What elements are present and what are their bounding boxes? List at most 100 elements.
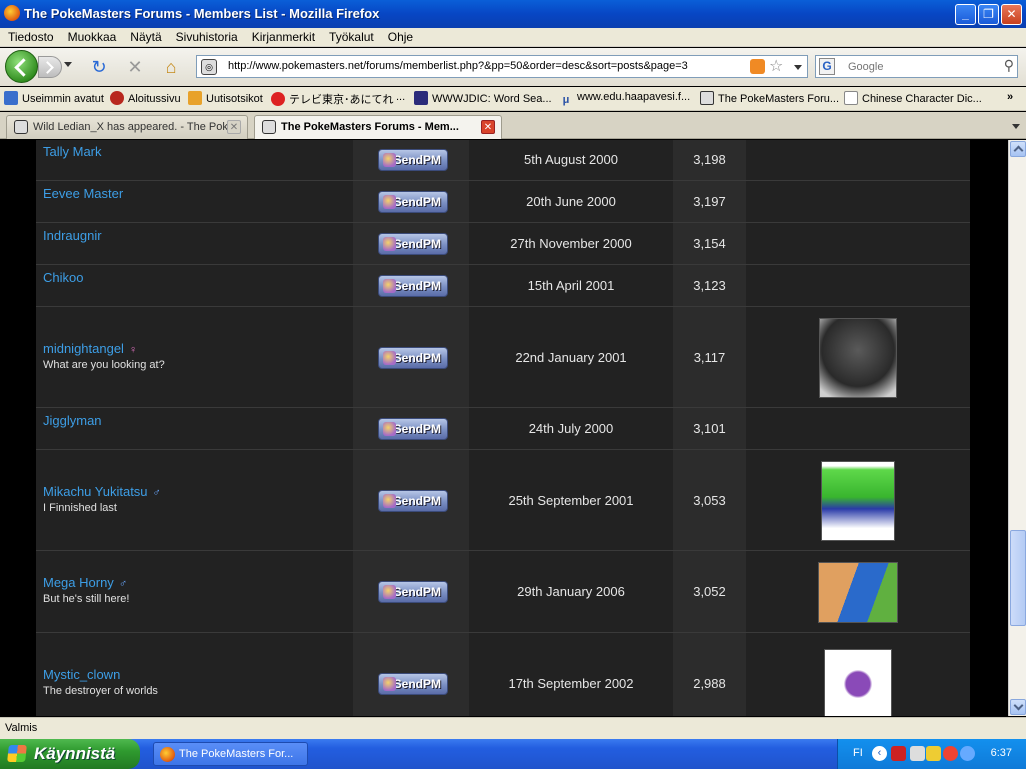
url-dropdown-icon[interactable] — [794, 65, 802, 70]
tray-app-icon[interactable] — [891, 746, 906, 761]
male-icon: ♂ — [152, 487, 161, 499]
tray-update-icon[interactable] — [960, 746, 975, 761]
rss-feed-icon[interactable] — [750, 59, 765, 74]
posts-cell: 3,154 — [673, 223, 746, 264]
tab-members-list[interactable]: The PokeMasters Forums - Mem... ✕ — [254, 115, 502, 139]
search-input[interactable] — [848, 58, 998, 75]
joined-cell: 27th November 2000 — [469, 223, 673, 264]
menu-edit[interactable]: Muokkaa — [61, 28, 124, 47]
menu-help[interactable]: Ohje — [381, 28, 420, 47]
tab-close-icon[interactable]: ✕ — [481, 120, 495, 134]
forward-button[interactable] — [38, 56, 62, 78]
member-name-link[interactable]: Tally Mark — [43, 144, 102, 159]
clock: 6:37 — [990, 747, 1012, 759]
menu-file[interactable]: Tiedosto — [0, 28, 61, 47]
member-name-link[interactable]: Eevee Master — [43, 186, 123, 201]
minimize-button[interactable]: _ — [955, 4, 976, 25]
bookmarks-overflow-chevron-icon[interactable]: » — [1007, 91, 1013, 103]
table-row: Mikachu Yukitatsu ♂ I Finnished last SendPM… — [36, 450, 970, 551]
vertical-scrollbar[interactable] — [1008, 140, 1026, 716]
start-button[interactable]: Käynnistä — [0, 739, 140, 769]
tab-close-icon[interactable]: ✕ — [227, 120, 241, 134]
send-pm-button[interactable]: SendPM — [378, 191, 448, 213]
avatar — [818, 562, 898, 623]
join-date: 22nd January 2001 — [515, 350, 627, 365]
tray-expand-icon[interactable]: ‹ — [872, 746, 887, 761]
tray-network-icon[interactable] — [910, 746, 925, 761]
joined-cell: 22nd January 2001 — [469, 307, 673, 407]
send-pm-button[interactable]: SendPM — [378, 347, 448, 369]
close-window-button[interactable]: ✕ — [1001, 4, 1022, 25]
member-name-link[interactable]: Jigglyman — [43, 413, 102, 428]
tab-wild-ledian[interactable]: Wild Ledian_X has appeared. - The Pok...… — [6, 115, 248, 139]
menu-view[interactable]: Näytä — [123, 28, 168, 47]
bookmark-headlines[interactable]: Uutisotsikot — [188, 91, 263, 105]
member-name-link[interactable]: Mega Horny ♂ — [43, 575, 127, 590]
post-count: 3,052 — [693, 584, 726, 599]
search-icon[interactable]: ⚲ — [1004, 57, 1014, 74]
member-name-link[interactable]: Indraugnir — [43, 228, 102, 243]
tray-antivirus-icon[interactable] — [943, 746, 958, 761]
send-pm-button[interactable]: SendPM — [378, 149, 448, 171]
scroll-up-arrow-icon[interactable] — [1010, 141, 1026, 157]
taskbar-firefox-window[interactable]: The PokeMasters For... — [153, 742, 308, 766]
table-row: midnightangel ♀ What are you looking at? Se… — [36, 307, 970, 408]
history-dropdown-icon[interactable] — [64, 62, 72, 67]
post-count: 2,988 — [693, 676, 726, 691]
bookmark-wwwjdic[interactable]: WWWJDIC: Word Sea... — [414, 91, 552, 105]
pm-cell: SendPM — [353, 265, 469, 306]
back-button[interactable] — [5, 50, 38, 83]
avatar — [821, 461, 895, 541]
stop-icon[interactable]: ✕ — [124, 57, 146, 77]
menu-tools[interactable]: Työkalut — [322, 28, 381, 47]
send-pm-button[interactable]: SendPM — [378, 233, 448, 255]
page-content: Tally Mark SendPM 5th August 2000 3,198 Eeve… — [0, 140, 1008, 716]
tray-folder-icon[interactable] — [926, 746, 941, 761]
send-pm-button[interactable]: SendPM — [378, 490, 448, 512]
menu-bookmarks[interactable]: Kirjanmerkit — [245, 28, 322, 47]
send-pm-button[interactable]: SendPM — [378, 418, 448, 440]
address-bar[interactable]: ◎ http://www.pokemasters.net/forums/memb… — [196, 55, 808, 78]
home-icon[interactable]: ⌂ — [160, 57, 182, 77]
page-icon — [844, 91, 858, 105]
pm-cell: SendPM — [353, 140, 469, 180]
pm-cell: SendPM — [353, 408, 469, 449]
bookmark-edu-haapavesi[interactable]: μ www.edu.haapavesi.f... — [559, 91, 691, 107]
menu-history[interactable]: Sivuhistoria — [169, 28, 245, 47]
member-name-link[interactable]: Mikachu Yukitatsu ♂ — [43, 484, 161, 499]
send-pm-button[interactable]: SendPM — [378, 275, 448, 297]
reload-icon[interactable]: ↻ — [88, 57, 110, 77]
bookmark-start-page[interactable]: Aloitussivu — [110, 91, 181, 105]
tab-strip: Wild Ledian_X has appeared. - The Pok...… — [0, 112, 1026, 139]
joined-cell: 29th January 2006 — [469, 551, 673, 632]
pm-cell: SendPM — [353, 551, 469, 632]
tab-list-dropdown-icon[interactable] — [1012, 124, 1020, 129]
search-box[interactable]: G ⚲ — [815, 55, 1018, 78]
bookmark-chinese-character[interactable]: Chinese Character Dic... — [844, 91, 982, 105]
bookmark-most-visited[interactable]: Useimmin avatut — [4, 91, 104, 105]
member-name-link[interactable]: Mystic_clown — [43, 667, 120, 682]
bookmark-star-icon[interactable]: ☆ — [769, 56, 783, 76]
member-name-link[interactable]: Chikoo — [43, 270, 83, 285]
scroll-down-arrow-icon[interactable] — [1010, 699, 1026, 715]
search-engine-icon[interactable]: G — [819, 58, 835, 75]
bookmark-pokemasters[interactable]: The PokeMasters Foru... — [700, 91, 839, 105]
maximize-button[interactable]: ❐ — [978, 4, 999, 25]
posts-cell: 3,101 — [673, 408, 746, 449]
member-title: The destroyer of worlds — [43, 685, 158, 697]
member-name-link[interactable]: midnightangel ♀ — [43, 341, 137, 356]
avatar-cell — [746, 223, 970, 264]
url-text[interactable]: http://www.pokemasters.net/forums/member… — [228, 60, 688, 72]
scrollbar-thumb[interactable] — [1010, 530, 1026, 626]
send-pm-button[interactable]: SendPM — [378, 673, 448, 695]
site-favicon-icon: ◎ — [201, 59, 217, 75]
post-count: 3,197 — [693, 194, 726, 209]
table-row: Mystic_clown The destroyer of worlds SendP… — [36, 633, 970, 716]
pm-cell: SendPM — [353, 633, 469, 716]
send-pm-button[interactable]: SendPM — [378, 581, 448, 603]
table-row: Jigglyman SendPM 24th July 2000 3,101 — [36, 408, 970, 450]
join-date: 17th September 2002 — [508, 676, 634, 691]
table-row: Tally Mark SendPM 5th August 2000 3,198 — [36, 140, 970, 181]
language-indicator[interactable]: FI — [853, 747, 863, 759]
bookmark-tv-tokyo[interactable]: テレビ東京･あにてれ — [271, 91, 394, 107]
